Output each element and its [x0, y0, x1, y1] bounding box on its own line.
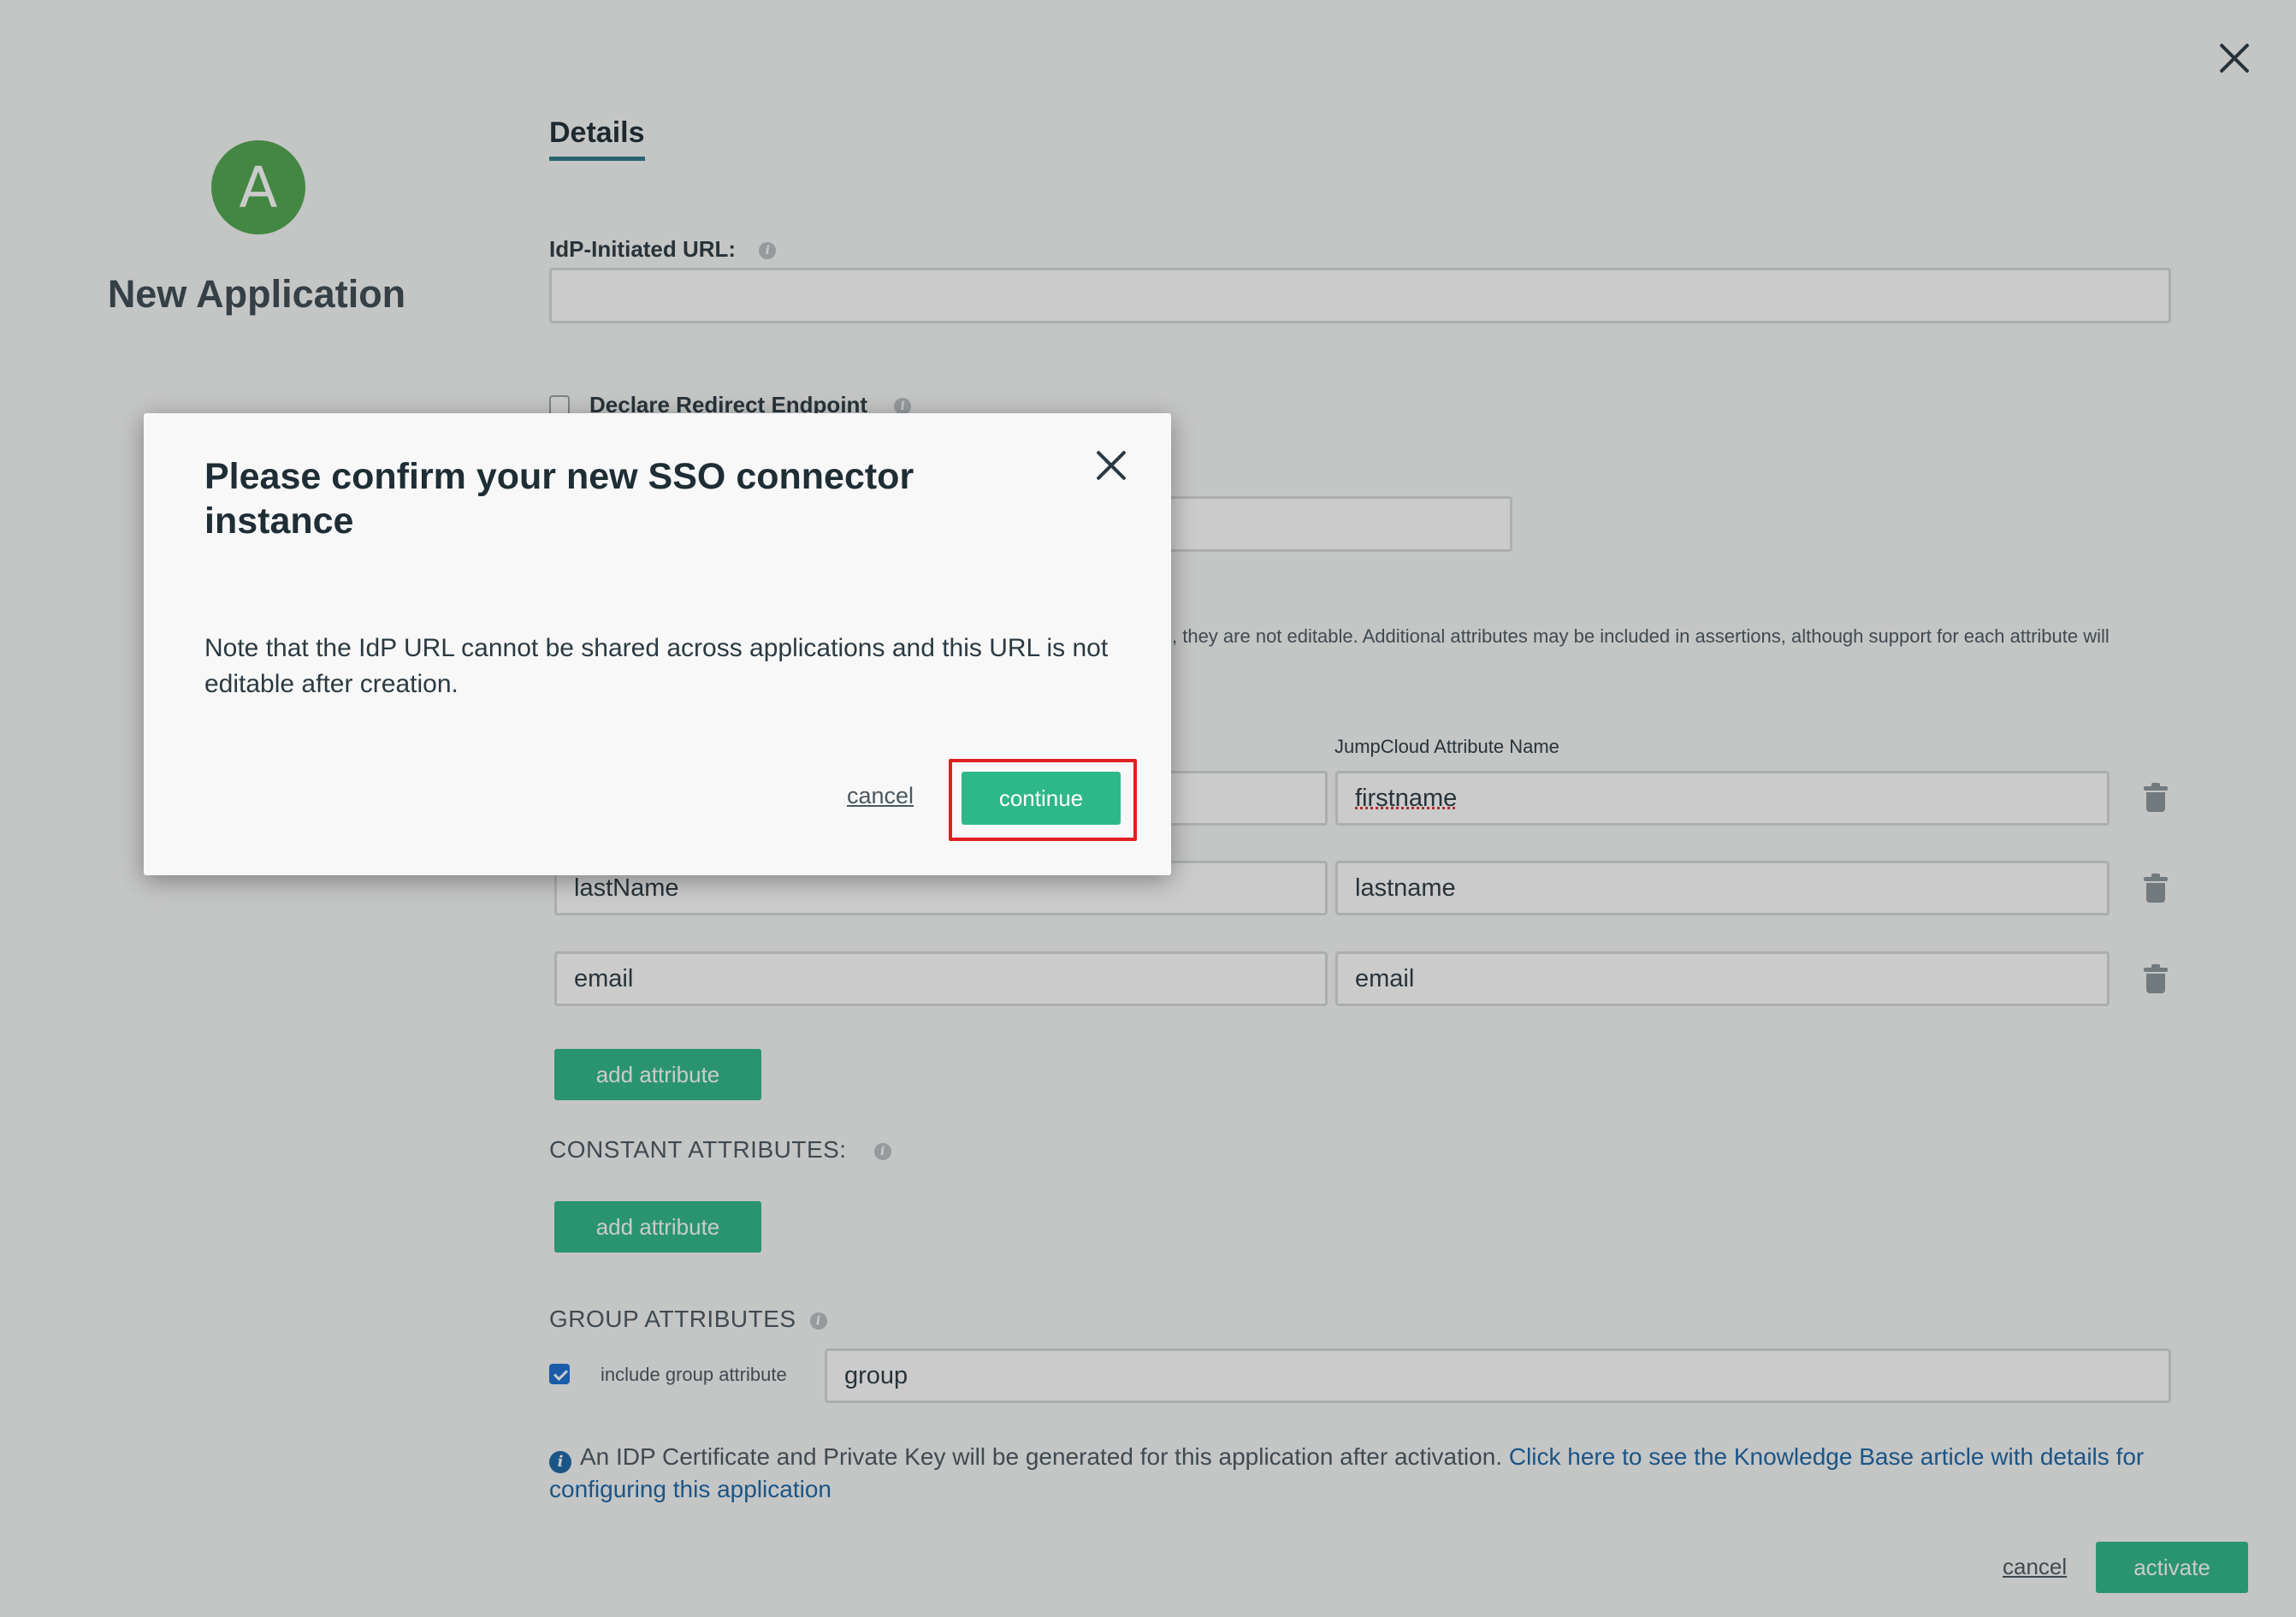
modal-cancel-link[interactable]: cancel: [847, 783, 914, 809]
close-modal-icon[interactable]: [1096, 450, 1127, 481]
modal-body: Note that the IdP URL cannot be shared a…: [204, 634, 1109, 698]
modal-title: Please confirm your new SSO connector in…: [204, 456, 914, 542]
confirm-modal: Please confirm your new SSO connector in…: [144, 413, 1171, 875]
continue-button[interactable]: continue: [962, 772, 1121, 825]
